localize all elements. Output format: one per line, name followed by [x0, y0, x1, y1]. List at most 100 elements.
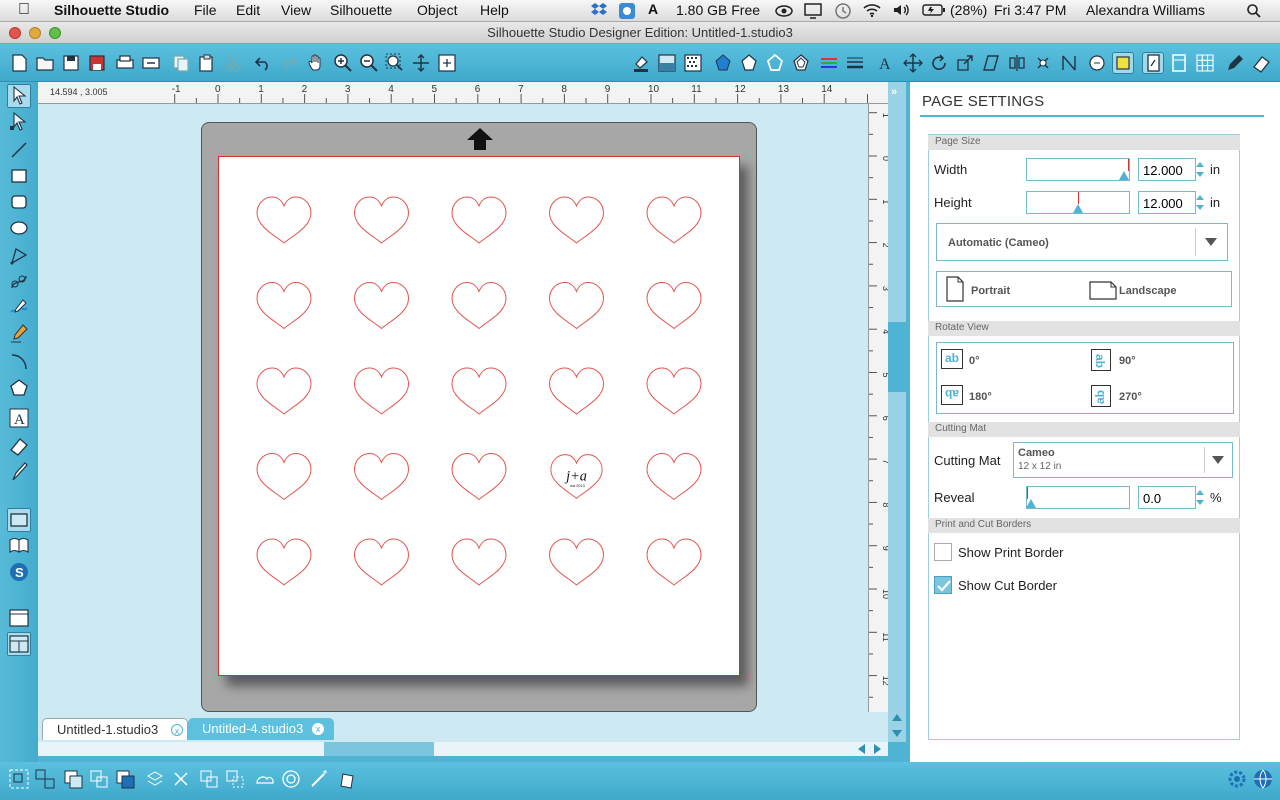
library-button[interactable]: [7, 534, 31, 558]
apple-icon[interactable]: : [18, 1, 30, 19]
heart-shape[interactable]: [353, 196, 410, 244]
wifi-icon[interactable]: [862, 2, 882, 21]
new-document-button[interactable]: [8, 52, 30, 74]
copy-button[interactable]: [170, 52, 192, 74]
knife-tool[interactable]: [7, 460, 31, 484]
tab-close-icon[interactable]: x: [171, 724, 183, 736]
rounded-rectangle-tool[interactable]: [7, 190, 31, 214]
heart-shape[interactable]: [256, 452, 312, 501]
lock-layer-button[interactable]: [336, 768, 358, 790]
line-style-button[interactable]: [738, 52, 760, 74]
zoom-in-button[interactable]: [332, 52, 354, 74]
reveal-stepper[interactable]: [1196, 486, 1204, 509]
bring-to-front-button[interactable]: [114, 768, 136, 790]
scroll-left-icon[interactable]: [858, 744, 865, 754]
design-page-view-button[interactable]: [7, 508, 31, 532]
vertical-scroll-thumb[interactable]: [888, 322, 906, 392]
zoom-drag-button[interactable]: [410, 52, 432, 74]
rectangle-tool[interactable]: [7, 164, 31, 188]
width-slider-thumb[interactable]: [1128, 159, 1129, 171]
fit-to-window-button[interactable]: [436, 52, 458, 74]
media-size-dropdown[interactable]: Automatic (Cameo): [936, 223, 1228, 261]
cutting-mat-dropdown[interactable]: Cameo 12 x 12 in: [1013, 442, 1233, 478]
single-window-button[interactable]: [7, 606, 31, 630]
heart-shape[interactable]: [256, 367, 312, 415]
reveal-slider-handle-icon[interactable]: [1026, 499, 1036, 508]
volume-icon[interactable]: [892, 2, 912, 21]
show-cut-border-checkbox[interactable]: [934, 576, 952, 594]
monogram-heart[interactable]: j+aest.2013: [550, 454, 603, 499]
trace-button[interactable]: [1112, 52, 1134, 74]
height-slider-handle-icon[interactable]: [1072, 204, 1083, 213]
shear-button[interactable]: [980, 52, 1002, 74]
line-tool[interactable]: [7, 138, 31, 162]
rotate-180-button[interactable]: ab 180°: [941, 385, 1081, 409]
text-tool[interactable]: A: [7, 406, 31, 430]
reveal-input[interactable]: 0.0: [1138, 486, 1196, 509]
heart-shape[interactable]: [646, 452, 702, 501]
horizontal-scrollbar[interactable]: [38, 742, 888, 756]
fill-color-button[interactable]: [630, 52, 652, 74]
scroll-down-icon[interactable]: [892, 730, 902, 737]
page-settings-button[interactable]: [1142, 52, 1164, 74]
heart-shape[interactable]: [353, 452, 410, 501]
heart-shape[interactable]: [451, 367, 507, 415]
heart-shape[interactable]: [451, 196, 507, 244]
modify-button[interactable]: [1058, 52, 1080, 74]
line-color-button[interactable]: [712, 52, 734, 74]
gradient-fill-button[interactable]: [656, 52, 678, 74]
scroll-right-icon[interactable]: [874, 744, 881, 754]
grid-settings-button[interactable]: [1194, 52, 1216, 74]
heart-shape[interactable]: [256, 281, 312, 330]
heart-shape[interactable]: [548, 196, 605, 244]
settings-gear-icon[interactable]: [1226, 768, 1248, 790]
duplicate-offset-button[interactable]: [224, 768, 246, 790]
reveal-slider-thumb[interactable]: [1027, 487, 1028, 499]
battery-percent[interactable]: (28%): [950, 2, 987, 18]
make-compound-path-button[interactable]: [62, 768, 84, 790]
pattern-fill-button[interactable]: [682, 52, 704, 74]
portrait-button[interactable]: Portrait: [941, 275, 1081, 303]
width-stepper[interactable]: [1196, 158, 1204, 181]
dropbox-icon[interactable]: [590, 1, 608, 22]
rotate-270-button[interactable]: ab 270°: [1091, 385, 1231, 409]
heart-shape[interactable]: [256, 196, 312, 244]
send-to-silhouette-button[interactable]: [140, 52, 162, 74]
arc-tool[interactable]: [7, 350, 31, 374]
split-window-button[interactable]: [7, 632, 31, 656]
heart-shape[interactable]: [353, 367, 410, 415]
height-slider-thumb[interactable]: [1077, 192, 1079, 204]
height-slider[interactable]: [1026, 191, 1130, 214]
show-print-border-checkbox[interactable]: [934, 543, 952, 561]
width-input[interactable]: 12.000: [1138, 158, 1196, 181]
heart-shape[interactable]: [548, 367, 605, 415]
save-library-button[interactable]: [86, 52, 108, 74]
cut-settings-button[interactable]: [1168, 52, 1190, 74]
panel-collapse-icon[interactable]: »: [891, 86, 897, 98]
open-folder-button[interactable]: [34, 52, 56, 74]
rotate-90-button[interactable]: ab 90°: [1091, 349, 1231, 373]
ungroup-button[interactable]: [34, 768, 56, 790]
offset-button[interactable]: [790, 52, 812, 74]
user-name[interactable]: Alexandra Williams: [1086, 2, 1205, 18]
tab-untitled-4[interactable]: Untitled-4.studio3 x: [188, 718, 334, 740]
group-button[interactable]: [8, 768, 30, 790]
heart-shape[interactable]: [548, 538, 605, 586]
eraser-tool[interactable]: [7, 434, 31, 458]
cut-scissors-button[interactable]: [222, 52, 244, 74]
knife-button[interactable]: [1086, 52, 1108, 74]
width-slider-handle-icon[interactable]: [1119, 171, 1129, 180]
color-palette-button[interactable]: [818, 52, 840, 74]
scroll-up-icon[interactable]: [892, 714, 902, 721]
scale-button[interactable]: [954, 52, 976, 74]
smooth-freehand-tool[interactable]: [7, 322, 31, 346]
reveal-slider[interactable]: [1026, 486, 1130, 509]
status-app-icon[interactable]: [618, 2, 636, 23]
zoom-selection-button[interactable]: [384, 52, 406, 74]
battery-icon[interactable]: [922, 3, 946, 20]
menu-help[interactable]: Help: [480, 2, 509, 18]
height-input[interactable]: 12.000: [1138, 191, 1196, 214]
vertical-scrollbar[interactable]: »: [888, 82, 906, 742]
tab-untitled-1[interactable]: Untitled-1.studio3 x: [42, 718, 188, 740]
tab-close-icon[interactable]: x: [312, 723, 324, 735]
